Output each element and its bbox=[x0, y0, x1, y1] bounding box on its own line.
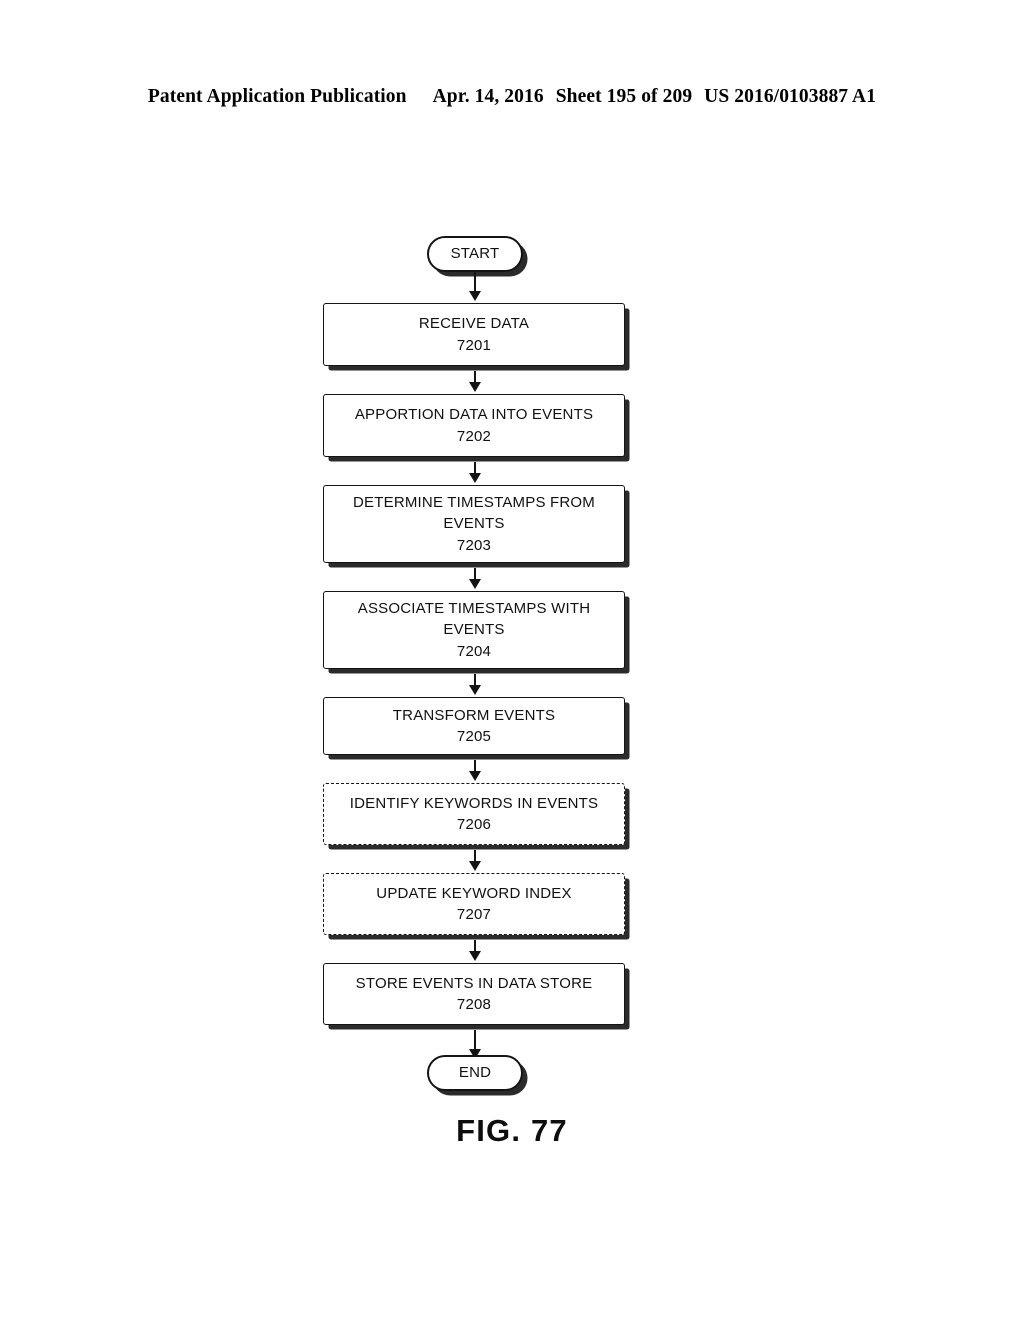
flow-node-7204: ASSOCIATE TIMESTAMPS WITH EVENTS 7204 bbox=[323, 591, 625, 669]
flow-node-7205: TRANSFORM EVENTS 7205 bbox=[323, 697, 625, 755]
flow-node-end-label: END bbox=[458, 1064, 492, 1082]
arrowhead-7205-to-7206 bbox=[468, 771, 481, 781]
flow-node-7205-title: TRANSFORM EVENTS bbox=[392, 706, 556, 724]
connector-7208-to-end bbox=[474, 1030, 476, 1051]
flow-node-7202-title: APPORTION DATA INTO EVENTS bbox=[354, 406, 594, 424]
flow-node-7207-title: UPDATE KEYWORD INDEX bbox=[376, 884, 572, 902]
figure-caption: FIG. 77 bbox=[456, 1113, 568, 1148]
flow-node-7204-title: ASSOCIATE TIMESTAMPS WITH bbox=[357, 600, 591, 618]
flow-node-7208-ref: 7208 bbox=[456, 996, 492, 1013]
flow-node-7202-ref: 7202 bbox=[456, 427, 492, 445]
arrowhead-7203-to-7204 bbox=[468, 579, 481, 589]
flow-node-7207: UPDATE KEYWORD INDEX 7207 bbox=[323, 873, 625, 935]
flow-node-7203-title: DETERMINE TIMESTAMPS FROM bbox=[353, 494, 595, 512]
flow-node-7206: IDENTIFY KEYWORDS IN EVENTS 7206 bbox=[323, 783, 625, 845]
flow-node-7203-ref: 7203 bbox=[456, 536, 492, 554]
flow-node-7207-ref: 7207 bbox=[456, 906, 492, 923]
flow-node-7201-ref: 7201 bbox=[456, 336, 492, 354]
flow-node-7204-title-line2: EVENTS bbox=[443, 621, 505, 639]
flow-node-7202: APPORTION DATA INTO EVENTS 7202 bbox=[323, 394, 625, 457]
arrowhead-7204-to-7205 bbox=[468, 685, 481, 695]
arrowhead-7206-to-7207 bbox=[468, 861, 481, 871]
arrowhead-start-to-7201 bbox=[468, 291, 481, 301]
arrowhead-7202-to-7203 bbox=[468, 473, 481, 483]
flow-node-7204-ref: 7204 bbox=[456, 642, 492, 660]
arrowhead-7201-to-7202 bbox=[468, 382, 481, 392]
flow-node-7208: STORE EVENTS IN DATA STORE 7208 bbox=[323, 963, 625, 1025]
flow-node-7206-title: IDENTIFY KEYWORDS IN EVENTS bbox=[349, 794, 599, 812]
flow-node-7203-title-line2: EVENTS bbox=[443, 515, 505, 533]
connector-start-to-7201 bbox=[474, 272, 476, 293]
flow-node-7203: DETERMINE TIMESTAMPS FROM EVENTS 7203 bbox=[323, 485, 625, 563]
arrowhead-7207-to-7208 bbox=[468, 951, 481, 961]
flow-node-start: START bbox=[427, 236, 523, 272]
flow-node-7205-ref: 7205 bbox=[456, 728, 492, 745]
flow-node-start-label: START bbox=[450, 245, 500, 263]
flow-node-7208-title: STORE EVENTS IN DATA STORE bbox=[355, 974, 593, 992]
flow-node-end: END bbox=[427, 1055, 523, 1091]
flow-node-7201-title: RECEIVE DATA bbox=[418, 315, 530, 333]
flow-node-7201: RECEIVE DATA 7201 bbox=[323, 303, 625, 366]
flow-node-7206-ref: 7206 bbox=[456, 816, 492, 833]
